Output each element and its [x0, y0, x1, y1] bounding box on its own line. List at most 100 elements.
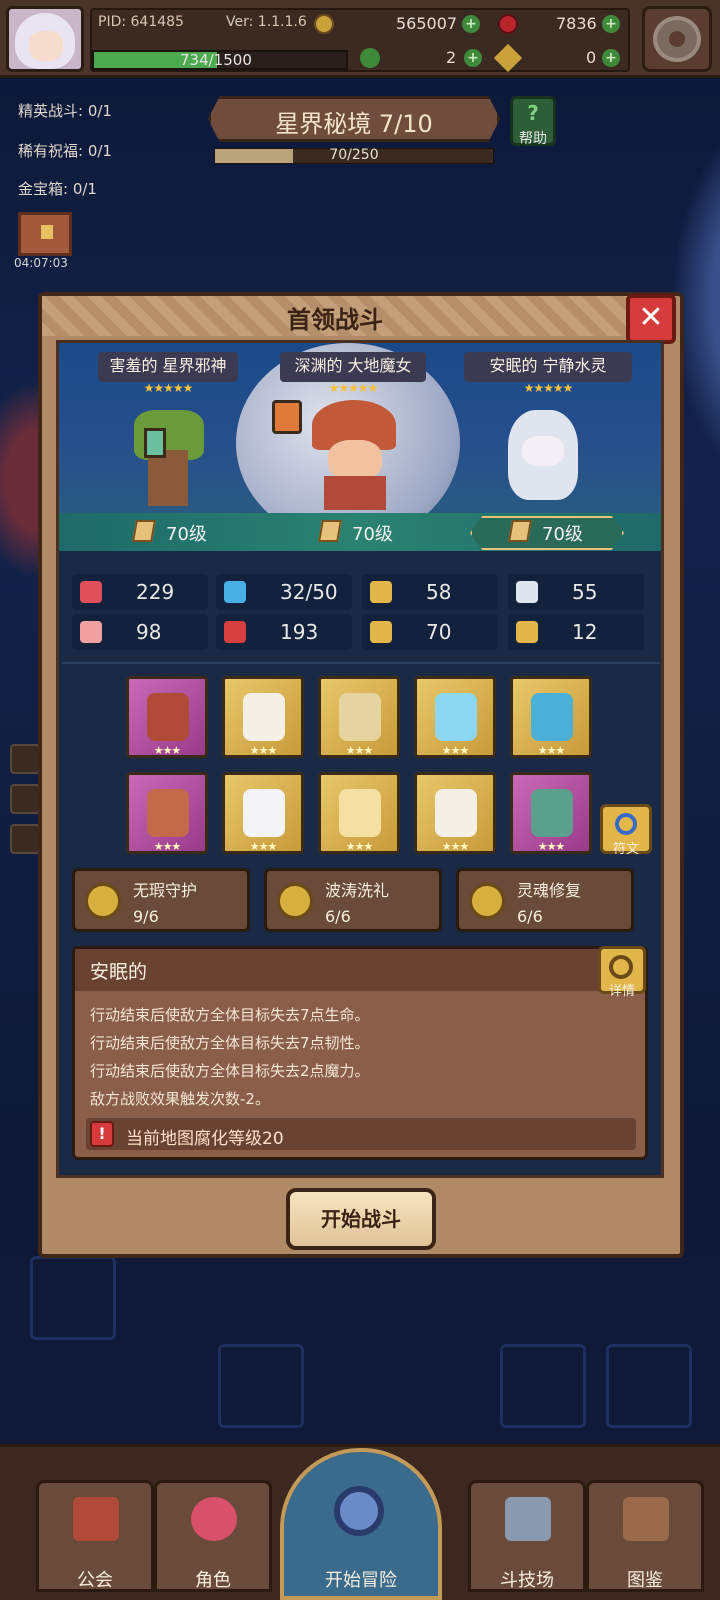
magnifier-icon [334, 1486, 384, 1536]
nav-guild-label: 公会 [77, 1570, 113, 1591]
book-icon [224, 621, 246, 643]
enemy-name-2: 深渊的 大地魔女 [280, 352, 426, 382]
question-icon: ? [527, 101, 539, 125]
skill-name: 灵魂修复 [517, 881, 582, 900]
enemy-stars-3: ★★★★★ [523, 381, 574, 395]
rune-coin-icon [469, 883, 505, 919]
crystal-orb-icon [435, 693, 477, 741]
horseshoe-icon [516, 621, 538, 643]
nav-arena-label: 斗技场 [500, 1570, 554, 1591]
exp-text: 734/1500 [180, 51, 252, 69]
clover-icon [360, 48, 380, 68]
coin-icon [314, 14, 334, 34]
boots-icon [531, 789, 573, 837]
description-line: 行动结束后使敌方全体目标失去7点生命。 [90, 1006, 370, 1024]
equipment-stars: ★★★ [537, 744, 566, 757]
guild-icon [73, 1497, 119, 1541]
cape-icon [243, 789, 285, 837]
nav-start-adventure-label: 开始冒险 [325, 1570, 397, 1591]
enemy-level-2: 70级 [352, 524, 393, 545]
character-icon [191, 1497, 237, 1541]
side-menu-chip[interactable] [10, 784, 40, 814]
armor-icon [243, 693, 285, 741]
equipment-slot[interactable]: ★★★ [510, 772, 592, 854]
rune-label: 符文 [612, 842, 639, 857]
scroll-icon [339, 789, 381, 837]
equipment-stars: ★★★ [153, 744, 182, 757]
close-button[interactable]: ✕ [626, 294, 676, 344]
enemy-sprite-tree-demon[interactable] [124, 410, 214, 510]
crossed-swords-icon [505, 1497, 551, 1541]
details-label: 详情 [608, 984, 635, 999]
stat-value: 12 [572, 620, 598, 644]
wing-icon [516, 581, 538, 603]
description-header [75, 949, 645, 991]
close-icon: ✕ [638, 300, 664, 335]
modal-title: 首领战斗 [287, 306, 383, 334]
help-label: 帮助 [519, 131, 547, 147]
map-slot[interactable] [218, 1344, 304, 1428]
corruption-warning: 当前地图腐化等级20 [126, 1129, 284, 1149]
gear-icon [653, 16, 701, 62]
shield-icon [370, 581, 392, 603]
stage-progress-text: 70/250 [329, 147, 379, 163]
helmet-icon [147, 789, 189, 837]
skill-card-2[interactable]: 波涛洗礼 6/6 [264, 868, 442, 932]
equipment-stars: ★★★ [441, 744, 470, 757]
side-menu-chip[interactable] [10, 744, 40, 774]
equipment-slot[interactable]: ★★★ [318, 676, 400, 758]
add-clover-button[interactable]: + [464, 49, 482, 67]
treasure-chest-icon[interactable] [18, 212, 72, 256]
add-coins-button[interactable]: + [462, 15, 480, 33]
enemy-sprite-earth-witch[interactable] [300, 400, 410, 510]
stat-value: 55 [572, 580, 598, 604]
enemy-level-1: 70级 [166, 524, 207, 545]
equipment-slot[interactable]: ★★★ [318, 772, 400, 854]
enemy-sprite-water-spirit[interactable] [498, 400, 588, 508]
map-slot[interactable] [606, 1344, 692, 1428]
stat-value: 58 [426, 580, 452, 604]
player-id: PID: 641485 [98, 14, 184, 30]
nav-character-label: 角色 [195, 1570, 231, 1591]
magnifier-icon [609, 955, 633, 979]
sword-icon [132, 520, 156, 542]
add-key-button[interactable]: + [602, 49, 620, 67]
equipment-slot[interactable]: ★★★ [126, 772, 208, 854]
codex-icon [623, 1497, 669, 1541]
equipment-stars: ★★★ [153, 840, 182, 853]
map-slot[interactable] [30, 1256, 116, 1340]
skill-card-1[interactable]: 无瑕守护 9/6 [72, 868, 250, 932]
stat-value: 32/50 [280, 580, 338, 604]
start-battle-button[interactable]: 开始战斗 [286, 1188, 436, 1250]
coin-count: 565007 [396, 14, 458, 33]
gem-count: 7836 [556, 14, 597, 33]
stat-value: 70 [426, 620, 452, 644]
gem-icon [498, 14, 518, 34]
description-title: 安眠的 [90, 961, 148, 983]
ring-icon [531, 693, 573, 741]
skill-name: 波涛洗礼 [325, 881, 390, 900]
belt-icon [435, 789, 477, 837]
equipment-slot[interactable]: ★★★ [510, 676, 592, 758]
fist-icon [80, 621, 102, 643]
equipment-stars: ★★★ [537, 840, 566, 853]
skill-count: 9/6 [133, 907, 159, 926]
equipment-slot[interactable]: ★★★ [126, 676, 208, 758]
stat-value: 193 [280, 620, 319, 644]
equipment-stars: ★★★ [441, 840, 470, 853]
side-menu-chip[interactable] [10, 824, 40, 854]
equipment-slot[interactable]: ★★★ [414, 772, 496, 854]
equipment-slot[interactable]: ★★★ [222, 676, 304, 758]
add-gems-button[interactable]: + [602, 15, 620, 33]
equipment-stars: ★★★ [249, 744, 278, 757]
map-slot[interactable] [500, 1344, 586, 1428]
player-avatar[interactable] [6, 6, 84, 72]
skill-card-3[interactable]: 灵魂修复 6/6 [456, 868, 634, 932]
description-line: 敌方战败效果触发次数-2。 [90, 1090, 270, 1108]
equipment-slot[interactable]: ★★★ [414, 676, 496, 758]
equipment-slot[interactable]: ★★★ [222, 772, 304, 854]
heart-icon [80, 581, 102, 603]
stage-title: 星界秘境 7/10 [275, 110, 433, 138]
stat-value: 98 [136, 620, 162, 644]
quest-elite-battle: 精英战斗: 0/1 [18, 102, 112, 120]
